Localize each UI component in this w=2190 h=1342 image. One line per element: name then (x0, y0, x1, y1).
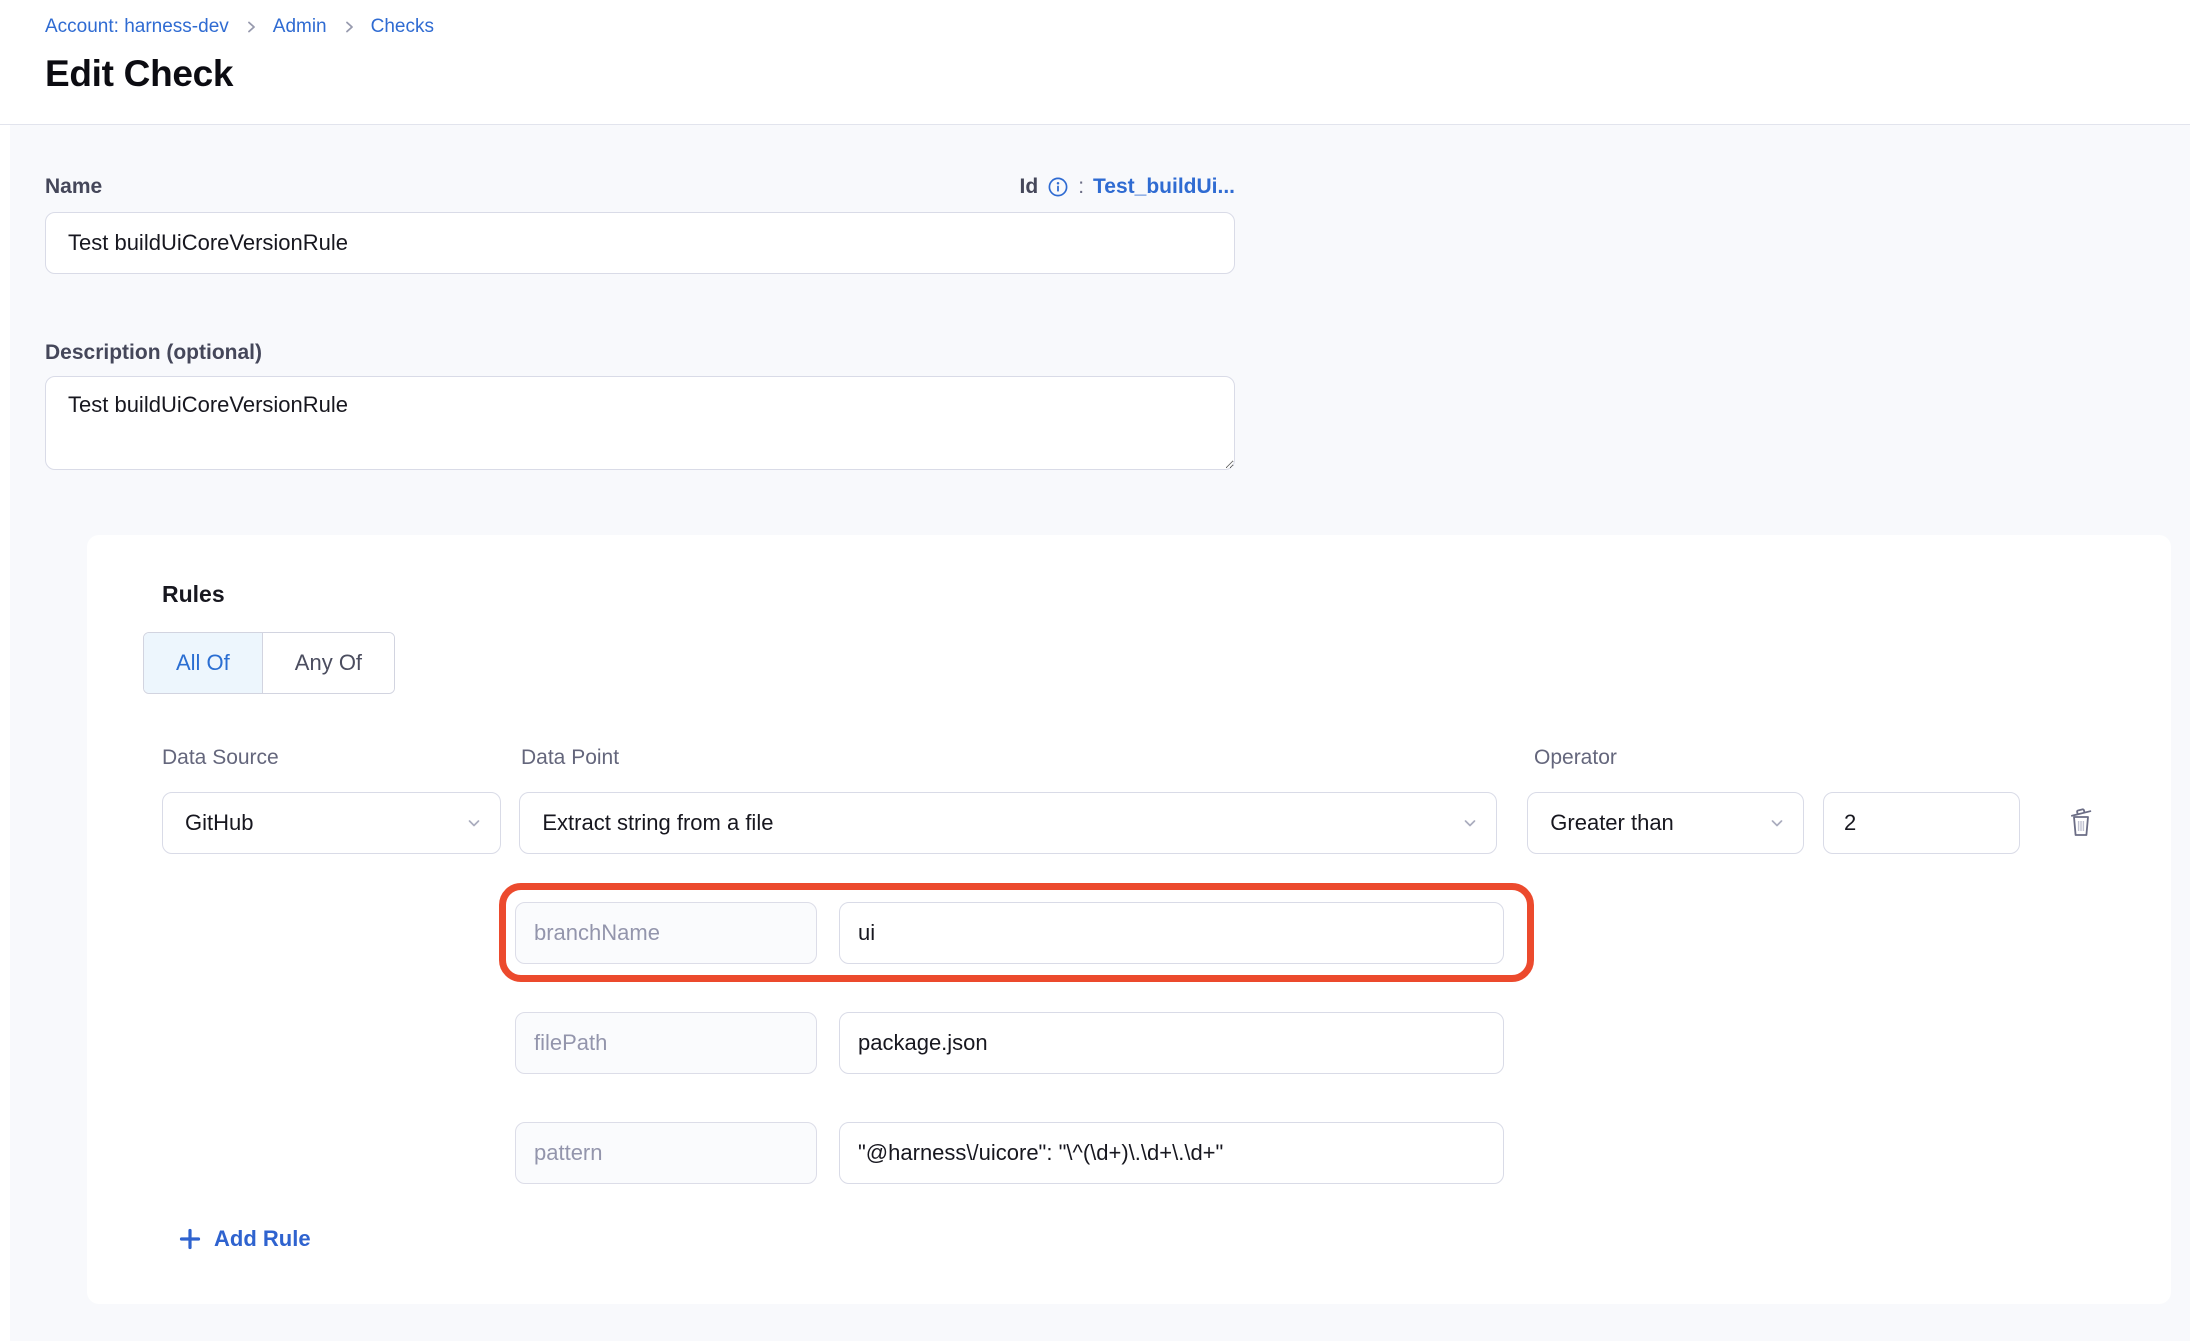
chevron-down-icon (466, 815, 482, 831)
data-point-select[interactable]: Extract string from a file (519, 792, 1497, 854)
operator-value: Greater than (1550, 810, 1674, 836)
rule-combinator-toggle: All Of Any Of (143, 632, 395, 694)
data-source-label: Data Source (162, 746, 521, 770)
rule-input-row-branchname (515, 902, 2096, 964)
name-input[interactable] (45, 212, 1235, 274)
edit-check-form: Name Id : Test_buildUi... Description (o… (0, 125, 2190, 1341)
id-row: Id : Test_buildUi... (1020, 175, 1235, 199)
page-header: Account: harness-dev Admin Checks Edit C… (0, 0, 2190, 125)
breadcrumb: Account: harness-dev Admin Checks (45, 14, 2190, 40)
rule-column-labels: Data Source Data Point Operator (162, 746, 2096, 770)
filepath-key-field (515, 1012, 817, 1074)
rule-input-row-pattern (515, 1122, 2096, 1184)
data-source-select[interactable]: GitHub (162, 792, 501, 854)
rules-card: Rules All Of Any Of Data Source Data Poi… (87, 535, 2171, 1304)
breadcrumb-account-link[interactable]: Account: harness-dev (45, 14, 229, 40)
rule-input-row-filepath (515, 1012, 2096, 1074)
all-of-button[interactable]: All Of (144, 633, 263, 693)
name-label: Name (45, 175, 102, 199)
branchname-value-input[interactable] (839, 902, 1504, 964)
add-rule-label: Add Rule (214, 1226, 311, 1252)
operator-value-input[interactable] (1823, 792, 2020, 854)
chevron-down-icon (1769, 815, 1785, 831)
filepath-value-input[interactable] (839, 1012, 1504, 1074)
data-source-value: GitHub (185, 810, 253, 836)
id-label: Id (1020, 175, 1039, 199)
chevron-down-icon (1462, 815, 1478, 831)
description-textarea[interactable]: Test buildUiCoreVersionRule (45, 376, 1235, 470)
breadcrumb-checks-link[interactable]: Checks (371, 14, 434, 40)
id-value-link[interactable]: Test_buildUi... (1093, 175, 1235, 199)
rule-row: GitHub Extract string from a file Greate… (162, 792, 2096, 854)
page-title: Edit Check (45, 53, 2190, 95)
operator-label: Operator (1534, 746, 1617, 770)
add-rule-button[interactable]: Add Rule (179, 1226, 311, 1252)
trash-icon (2066, 806, 2096, 840)
description-label: Description (optional) (45, 341, 2190, 365)
branchname-key-field (515, 902, 817, 964)
left-gutter (0, 125, 10, 1341)
chevron-right-icon (244, 20, 258, 34)
breadcrumb-admin-link[interactable]: Admin (273, 14, 327, 40)
operator-select[interactable]: Greater than (1527, 792, 1804, 854)
info-icon[interactable] (1047, 176, 1069, 198)
data-point-value: Extract string from a file (542, 810, 773, 836)
rules-heading: Rules (162, 581, 2096, 608)
id-separator: : (1078, 175, 1084, 199)
delete-rule-button[interactable] (2066, 806, 2096, 840)
plus-icon (179, 1228, 201, 1250)
data-point-label: Data Point (521, 746, 1534, 770)
pattern-key-field (515, 1122, 817, 1184)
any-of-button[interactable]: Any Of (263, 633, 394, 693)
chevron-right-icon (342, 20, 356, 34)
pattern-value-input[interactable] (839, 1122, 1504, 1184)
